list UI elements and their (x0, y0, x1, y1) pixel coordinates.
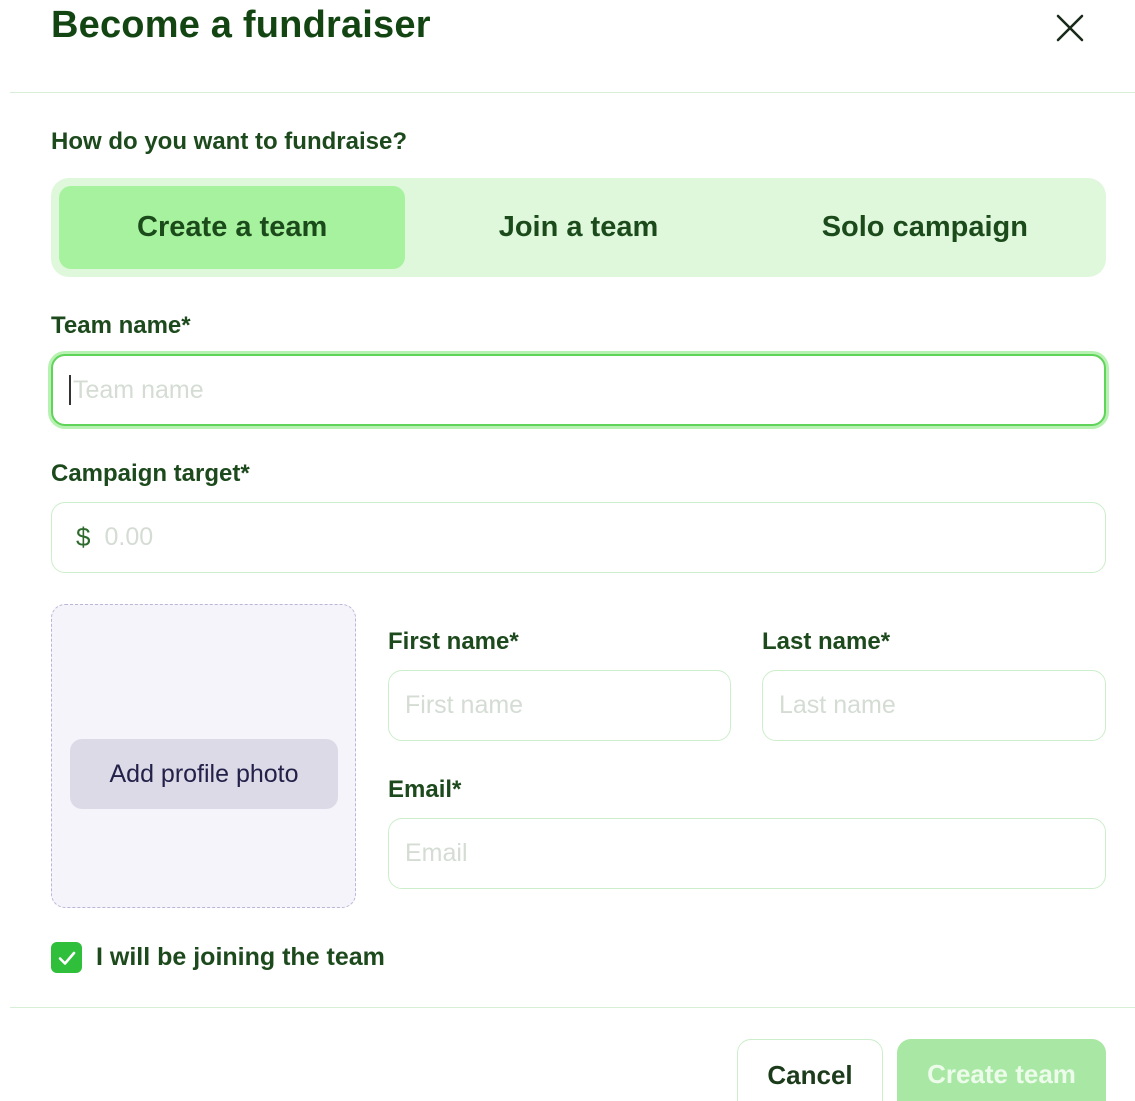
team-name-input[interactable]: Team name (51, 354, 1106, 426)
create-team-button[interactable]: Create team (897, 1039, 1106, 1101)
header-divider (10, 92, 1135, 93)
campaign-target-input[interactable]: $ 0.00 (51, 502, 1106, 573)
first-name-input[interactable]: First name (388, 670, 731, 741)
profile-photo-dropzone[interactable]: Add profile photo (51, 604, 356, 908)
tab-create-team[interactable]: Create a team (59, 186, 406, 269)
campaign-target-placeholder: 0.00 (104, 523, 154, 551)
mode-selector: Create a team Join a team Solo campaign (51, 178, 1106, 277)
team-name-placeholder: Team name (73, 375, 204, 404)
close-icon (1056, 14, 1084, 42)
joining-team-label: I will be joining the team (96, 943, 385, 971)
email-placeholder: Email (405, 839, 468, 867)
team-name-label: Team name* (51, 312, 191, 339)
first-name-label: First name* (388, 628, 519, 655)
mode-question: How do you want to fundraise? (51, 128, 407, 155)
currency-symbol: $ (76, 522, 91, 552)
close-button[interactable] (1048, 8, 1092, 48)
tab-solo-campaign[interactable]: Solo campaign (752, 186, 1098, 269)
cancel-button[interactable]: Cancel (737, 1039, 883, 1101)
first-name-placeholder: First name (405, 691, 524, 719)
footer-divider (10, 1007, 1135, 1008)
fundraiser-dialog: Become a fundraiser How do you want to f… (0, 0, 1135, 1101)
joining-team-checkbox[interactable] (51, 942, 82, 973)
tab-join-team[interactable]: Join a team (405, 186, 751, 269)
last-name-input[interactable]: Last name (762, 670, 1106, 741)
checkmark-icon (58, 951, 75, 965)
dialog-title: Become a fundraiser (51, 4, 431, 46)
text-caret (69, 375, 71, 405)
last-name-placeholder: Last name (779, 691, 896, 719)
joining-team-option[interactable]: I will be joining the team (51, 942, 385, 973)
campaign-target-label: Campaign target* (51, 460, 250, 487)
add-profile-photo-button[interactable]: Add profile photo (70, 739, 338, 809)
last-name-label: Last name* (762, 628, 891, 655)
email-label: Email* (388, 776, 462, 803)
email-input[interactable]: Email (388, 818, 1106, 889)
